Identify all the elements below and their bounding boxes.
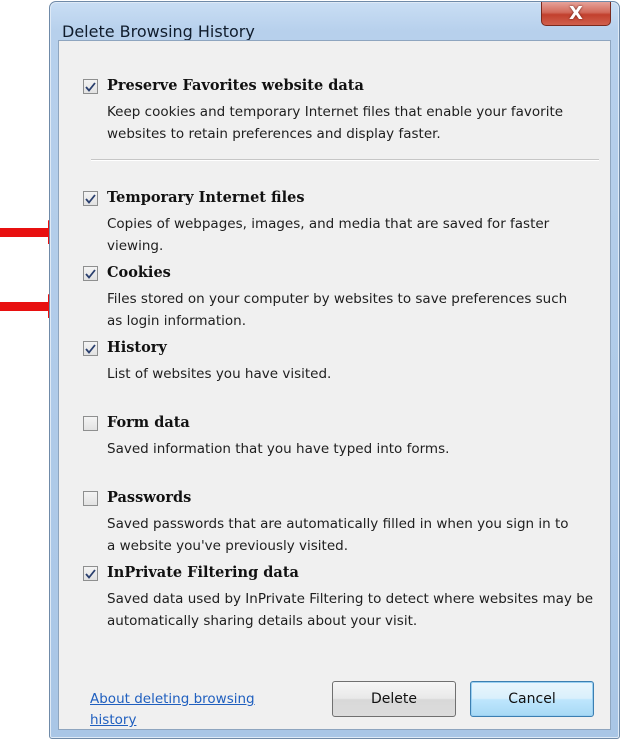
checkbox-passwords[interactable] — [83, 491, 98, 506]
close-button[interactable]: X — [541, 2, 611, 26]
option-label: Form data — [107, 414, 190, 431]
checkbox-form-data[interactable] — [83, 416, 98, 431]
checkmark-icon — [85, 81, 96, 92]
option-description: List of websites you have visited. — [107, 366, 332, 382]
title-bar: Delete Browsing History X — [50, 2, 619, 41]
checkmark-icon — [85, 268, 96, 279]
checkbox-history[interactable] — [83, 341, 98, 356]
checkmark-icon — [85, 568, 96, 579]
window-title: Delete Browsing History — [62, 22, 255, 41]
option-description: Saved data used by InPrivate Filtering t… — [107, 591, 594, 629]
delete-browsing-history-dialog: Delete Browsing History X Preserve Favor… — [49, 1, 620, 739]
about-deleting-history-link[interactable]: About deleting browsing history — [90, 689, 280, 731]
option-description: Saved information that you have typed in… — [107, 441, 450, 457]
delete-button[interactable]: Delete — [332, 681, 456, 717]
option-label: Cookies — [107, 264, 171, 281]
option-description: Saved passwords that are automatically f… — [107, 516, 569, 554]
option-label: Passwords — [107, 489, 192, 506]
checkmark-icon — [85, 193, 96, 204]
dialog-body: Preserve Favorites website data Keep coo… — [58, 40, 611, 730]
option-label: InPrivate Filtering data — [107, 564, 299, 581]
checkmark-icon — [85, 343, 96, 354]
option-description: Copies of webpages, images, and media th… — [107, 216, 550, 254]
checkbox-preserve-favorites[interactable] — [83, 79, 98, 94]
close-icon: X — [569, 3, 583, 24]
checkbox-temporary-internet-files[interactable] — [83, 191, 98, 206]
option-description: Keep cookies and temporary Internet file… — [107, 104, 564, 142]
cancel-button[interactable]: Cancel — [470, 681, 594, 717]
option-label: History — [107, 339, 167, 356]
option-description: Files stored on your computer by website… — [107, 291, 568, 329]
option-label: Temporary Internet files — [107, 189, 305, 206]
checkbox-cookies[interactable] — [83, 266, 98, 281]
divider — [91, 159, 599, 161]
option-label: Preserve Favorites website data — [107, 77, 364, 94]
checkbox-inprivate-filtering-data[interactable] — [83, 566, 98, 581]
